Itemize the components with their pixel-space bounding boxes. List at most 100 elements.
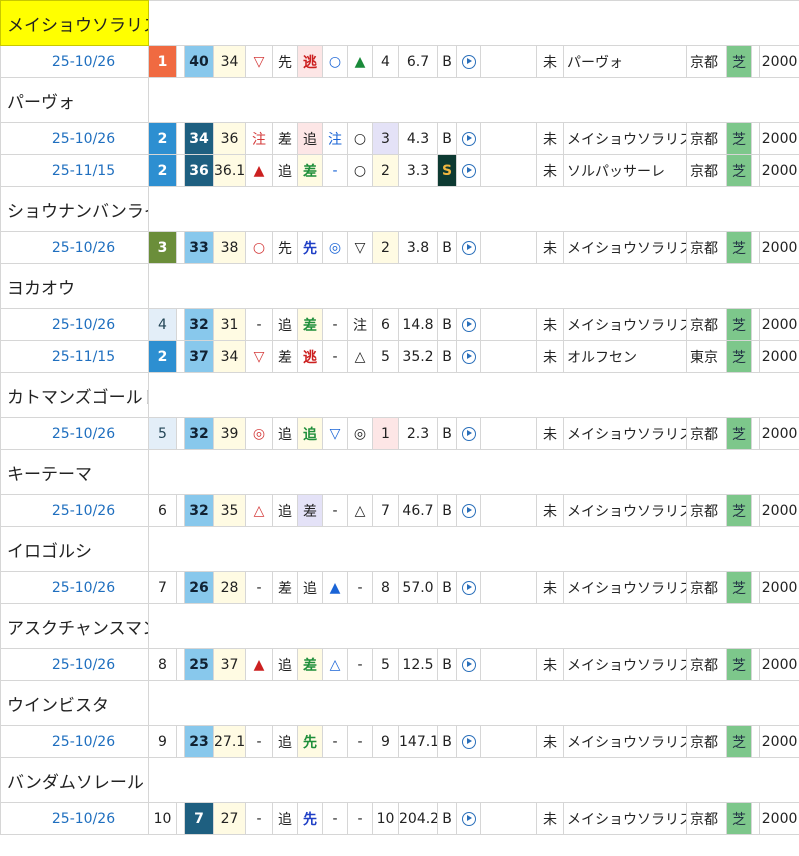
spacer-cell — [176, 725, 185, 758]
play-button[interactable] — [456, 231, 481, 264]
play-button[interactable] — [456, 494, 481, 527]
play-button[interactable] — [456, 648, 481, 681]
play-icon[interactable] — [461, 54, 476, 69]
play-button[interactable] — [456, 725, 481, 758]
distance: 2000 — [758, 417, 799, 450]
table-row: 25-10/26 3 33 38 ○ 先先 ◎ ▽ 2 3.8 B 未メイショウソラリス 京都芝 2000 — [0, 231, 799, 264]
play-icon[interactable] — [461, 240, 476, 255]
distance: 2000 — [758, 340, 799, 373]
mark-2: △ — [322, 648, 348, 681]
mark-2: 注 — [322, 122, 348, 155]
horse-name[interactable]: パーヴォ — [0, 77, 149, 123]
run-style: 差 — [297, 308, 323, 341]
mark-3: 注 — [347, 308, 373, 341]
play-icon[interactable] — [461, 811, 476, 826]
play-icon[interactable] — [461, 426, 476, 441]
spacer-cell — [176, 494, 185, 527]
spacer-cell — [751, 231, 760, 264]
mark-3: ◎ — [347, 417, 373, 450]
play-icon[interactable] — [461, 163, 476, 178]
position-style: 先 — [272, 231, 298, 264]
score-badge: 25 — [184, 648, 214, 681]
spacer-cell — [751, 308, 760, 341]
play-button[interactable] — [456, 45, 481, 78]
mark-1: - — [245, 308, 273, 341]
score-badge: 40 — [184, 45, 214, 78]
horse-name[interactable]: ヨカオウ — [0, 263, 149, 309]
position-style: 追 — [272, 308, 298, 341]
race-date-link[interactable]: 25-10/26 — [0, 122, 149, 155]
race-date-link[interactable]: 25-10/26 — [0, 45, 149, 78]
race-class: 未 — [536, 648, 564, 681]
finish-rank: 3 — [148, 231, 177, 264]
blank-cell — [480, 648, 537, 681]
race-date-link[interactable]: 25-11/15 — [0, 154, 149, 187]
rating-value: 27.1 — [213, 725, 246, 758]
popularity: 2 — [372, 231, 399, 264]
play-button[interactable] — [456, 802, 481, 835]
play-icon[interactable] — [461, 734, 476, 749]
play-icon[interactable] — [461, 657, 476, 672]
race-date-link[interactable]: 25-10/26 — [0, 231, 149, 264]
table-row: 25-10/26 7 26 28- 差追 ▲ -8 57.0 B 未メイショウソラリス 京都芝 200… — [0, 571, 799, 604]
spacer-cell — [751, 571, 760, 604]
race-date-link[interactable]: 25-10/26 — [0, 417, 149, 450]
grade-badge: B — [437, 122, 457, 155]
group-header-filler — [148, 449, 799, 495]
grade-badge: B — [437, 417, 457, 450]
run-style: 追 — [297, 417, 323, 450]
grade-badge: B — [437, 231, 457, 264]
horse-name[interactable]: アスクチャンスマン — [0, 603, 149, 649]
mark-3: △ — [347, 340, 373, 373]
play-button[interactable] — [456, 571, 481, 604]
distance: 2000 — [758, 154, 799, 187]
race-date-link[interactable]: 25-10/26 — [0, 725, 149, 758]
position-style: 差 — [272, 340, 298, 373]
horse-name[interactable]: カトマンズゴールド — [0, 372, 149, 418]
race-date-link[interactable]: 25-11/15 — [0, 340, 149, 373]
venue: 京都 — [686, 571, 727, 604]
spacer-cell — [751, 725, 760, 758]
run-style: 差 — [297, 494, 323, 527]
play-icon[interactable] — [461, 317, 476, 332]
blank-cell — [480, 154, 537, 187]
spacer-cell — [751, 802, 760, 835]
play-button[interactable] — [456, 417, 481, 450]
spacer-cell — [176, 648, 185, 681]
grade-badge: B — [437, 308, 457, 341]
play-icon[interactable] — [461, 131, 476, 146]
horse-name[interactable]: イロゴルシ — [0, 526, 149, 572]
race-date-link[interactable]: 25-10/26 — [0, 571, 149, 604]
mark-1: △ — [245, 494, 273, 527]
race-date-link[interactable]: 25-10/26 — [0, 494, 149, 527]
group-header-filler — [148, 77, 799, 123]
venue: 京都 — [686, 154, 727, 187]
surface-badge: 芝 — [726, 648, 752, 681]
play-button[interactable] — [456, 122, 481, 155]
blank-cell — [480, 571, 537, 604]
play-icon[interactable] — [461, 349, 476, 364]
spacer-cell — [176, 802, 185, 835]
race-date-link[interactable]: 25-10/26 — [0, 308, 149, 341]
play-button[interactable] — [456, 340, 481, 373]
play-icon[interactable] — [461, 503, 476, 518]
opponent-name: メイショウソラリス — [563, 571, 687, 604]
surface-badge: 芝 — [726, 231, 752, 264]
odds: 57.0 — [398, 571, 438, 604]
horse-name[interactable]: ウインビスタ — [0, 680, 149, 726]
play-button[interactable] — [456, 154, 481, 187]
race-date-link[interactable]: 25-10/26 — [0, 648, 149, 681]
horse-name[interactable]: ショウナンバンライ — [0, 186, 149, 232]
finish-rank: 10 — [148, 802, 177, 835]
race-class: 未 — [536, 122, 564, 155]
play-icon[interactable] — [461, 580, 476, 595]
mark-1: - — [245, 571, 273, 604]
race-date-link[interactable]: 25-10/26 — [0, 802, 149, 835]
horse-name[interactable]: メイショウソラリス — [0, 0, 149, 46]
play-button[interactable] — [456, 308, 481, 341]
group-header-filler — [148, 0, 799, 46]
horse-name[interactable]: キーテーマ — [0, 449, 149, 495]
horse-name[interactable]: バンダムソレール — [0, 757, 149, 803]
distance: 2000 — [758, 802, 799, 835]
score-badge: 33 — [184, 231, 214, 264]
